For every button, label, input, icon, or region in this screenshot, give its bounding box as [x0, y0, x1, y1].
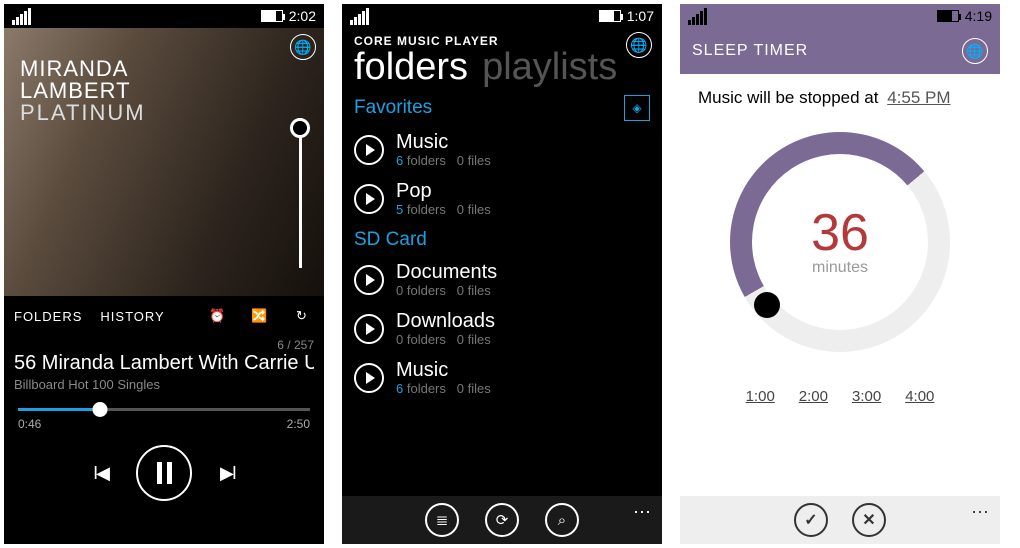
page-header: SLEEP TIMER 🌐: [680, 28, 1000, 74]
prev-button[interactable]: I◀: [93, 463, 108, 484]
section-sdcard: SD Card: [342, 223, 662, 255]
folder-sub: 0 folders 0 files: [396, 283, 497, 298]
list-icon[interactable]: ≣: [425, 503, 459, 537]
pause-button[interactable]: [136, 445, 192, 501]
progress-area: 0:46 2:50: [4, 394, 324, 435]
album-art-area[interactable]: 🌐 MIRANDA LAMBERT PLATINUM: [4, 28, 324, 296]
globe-icon[interactable]: 🌐: [626, 32, 652, 58]
playback-controls: I◀ ▶I: [4, 445, 324, 501]
status-bar: 1:07: [342, 4, 662, 28]
section-favorites: Favorites ◈: [342, 89, 662, 125]
play-icon[interactable]: [354, 314, 384, 344]
folder-row[interactable]: Documents 0 folders 0 files: [342, 255, 662, 304]
app-header: 🌐 CORE MUSIC PLAYER folders playlists: [342, 28, 662, 89]
folder-row[interactable]: Music 6 folders 0 files: [342, 125, 662, 174]
play-icon[interactable]: [354, 363, 384, 393]
pivot-folders[interactable]: folders: [354, 46, 468, 89]
folder-name: Music: [396, 359, 491, 381]
alarm-icon[interactable]: ⏰: [206, 304, 230, 328]
status-bar: 4:19: [680, 4, 1000, 28]
section-title-label: Favorites: [354, 97, 432, 119]
status-bar: 2:02: [4, 4, 324, 28]
track-meta: 6 / 257 56 Miranda Lambert With Carrie U…: [4, 336, 324, 394]
artist-line-1: MIRANDA: [20, 58, 146, 80]
album-title-overlay: MIRANDA LAMBERT PLATINUM: [20, 58, 146, 124]
shuffle-icon[interactable]: 🔀: [248, 304, 272, 328]
globe-icon[interactable]: 🌐: [962, 38, 988, 64]
preset-2[interactable]: 2:00: [799, 388, 828, 405]
status-time: 4:19: [965, 8, 992, 24]
more-icon[interactable]: ⋯: [971, 502, 990, 523]
time-elapsed: 0:46: [18, 417, 41, 431]
stop-time-line: Music will be stopped at 4:55 PM: [680, 74, 1000, 122]
battery-icon: [599, 10, 621, 22]
preset-1[interactable]: 1:00: [746, 388, 775, 405]
folder-row[interactable]: Downloads 0 folders 0 files: [342, 304, 662, 353]
screen-folders: 1:07 🌐 CORE MUSIC PLAYER folders playlis…: [342, 4, 662, 544]
signal-icon: [350, 8, 369, 25]
preset-row: 1:00 2:00 3:00 4:00: [680, 388, 1000, 405]
folder-sub: 5 folders 0 files: [396, 202, 491, 217]
volume-thumb[interactable]: [290, 118, 310, 138]
play-icon[interactable]: [354, 135, 384, 165]
time-duration: 2:50: [287, 417, 310, 431]
stop-time-value[interactable]: 4:55 PM: [887, 88, 950, 107]
refresh-icon[interactable]: ⟳: [485, 503, 519, 537]
signal-icon: [688, 8, 707, 25]
dial-unit: minutes: [812, 259, 868, 277]
battery-icon: [261, 10, 283, 22]
tab-folders[interactable]: FOLDERS: [14, 309, 82, 324]
stop-prefix: Music will be stopped at: [698, 88, 878, 107]
next-button[interactable]: ▶I: [220, 463, 235, 484]
album-name: PLATINUM: [20, 102, 146, 124]
preset-3[interactable]: 3:00: [852, 388, 881, 405]
globe-icon[interactable]: 🌐: [290, 34, 316, 60]
volume-track[interactable]: [299, 118, 302, 268]
folder-row[interactable]: Music 6 folders 0 files: [342, 353, 662, 402]
folder-name: Documents: [396, 261, 497, 283]
tab-history[interactable]: HISTORY: [100, 309, 164, 324]
section-title-label: SD Card: [354, 229, 427, 251]
timer-dial[interactable]: 36 minutes: [730, 132, 950, 352]
dial-value: 36: [811, 207, 869, 259]
dial-knob[interactable]: [754, 292, 780, 318]
folder-name: Music: [396, 131, 491, 153]
screen-sleep-timer: 4:19 SLEEP TIMER 🌐 Music will be stopped…: [680, 4, 1000, 544]
preset-4[interactable]: 4:00: [905, 388, 934, 405]
progress-bar[interactable]: [18, 408, 310, 411]
page-title: SLEEP TIMER: [692, 42, 808, 60]
artist-line-2: LAMBERT: [20, 80, 146, 102]
battery-icon: [937, 10, 959, 22]
search-icon[interactable]: ⌕: [545, 503, 579, 537]
folder-name: Downloads: [396, 310, 495, 332]
status-time: 1:07: [627, 8, 654, 24]
repeat-icon[interactable]: ↻: [290, 304, 314, 328]
folder-sub: 6 folders 0 files: [396, 381, 491, 396]
folder-name: Pop: [396, 180, 491, 202]
confirm-button[interactable]: ✓: [794, 503, 828, 537]
folder-sub: 0 folders 0 files: [396, 332, 495, 347]
screen-now-playing: 2:02 🌐 MIRANDA LAMBERT PLATINUM FOLDERS …: [4, 4, 324, 544]
track-subtitle: Billboard Hot 100 Singles: [14, 377, 314, 392]
tab-row: FOLDERS HISTORY ⏰ 🔀 ↻: [4, 296, 324, 336]
play-icon[interactable]: [354, 184, 384, 214]
pin-icon[interactable]: ◈: [624, 95, 650, 121]
app-bar: ✓ ✕ ⋯: [680, 496, 1000, 544]
folder-sub: 6 folders 0 files: [396, 153, 491, 168]
track-title: 56 Miranda Lambert With Carrie Un: [14, 352, 314, 375]
more-icon[interactable]: ⋯: [633, 502, 652, 523]
track-counter: 6 / 257: [14, 338, 314, 352]
folder-row[interactable]: Pop 5 folders 0 files: [342, 174, 662, 223]
cancel-button[interactable]: ✕: [852, 503, 886, 537]
status-time: 2:02: [289, 8, 316, 24]
signal-icon: [12, 8, 31, 25]
app-bar: ≣ ⟳ ⌕ ⋯: [342, 496, 662, 544]
pivot-playlists[interactable]: playlists: [482, 46, 617, 89]
progress-thumb[interactable]: [92, 402, 107, 417]
progress-fill: [18, 408, 100, 411]
play-icon[interactable]: [354, 265, 384, 295]
pivot-tabs: folders playlists: [354, 46, 650, 89]
